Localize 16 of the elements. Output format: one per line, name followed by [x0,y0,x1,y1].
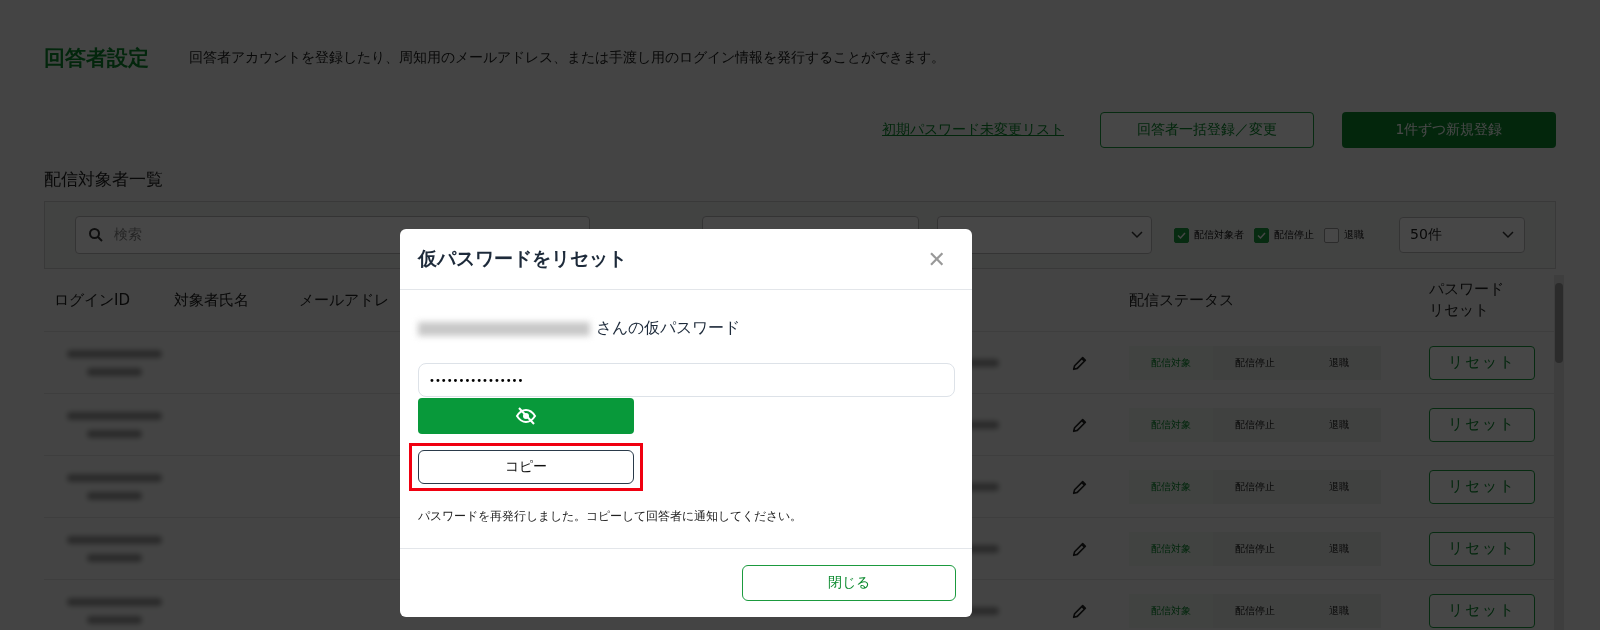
close-button[interactable]: ✕ [921,245,952,273]
section-title: 配信対象者一覧 [44,168,164,191]
column-header: 配信ステータス [1129,289,1235,311]
column-header: ログインID [54,289,131,311]
password-label: さんの仮パスワード [596,318,740,339]
column-header: パスワードリセット [1429,279,1505,321]
notice-text: パスワードを再発行しました。コピーして回答者に通知してください。 [418,508,803,525]
copy-button[interactable]: コピー [418,450,634,484]
close-dialog-button[interactable]: 閉じる [742,565,956,601]
column-header: 対象者氏名 [174,289,250,311]
eye-slash-icon [515,407,537,425]
unchanged-password-list-link[interactable]: 初期パスワード未変更リスト [882,121,1064,139]
toggle-visibility-button[interactable] [418,398,634,434]
password-field[interactable]: •••••••••••••••• [418,363,955,397]
column-header: メールアドレ [299,289,389,311]
page-title: 回答者設定 [44,45,149,72]
